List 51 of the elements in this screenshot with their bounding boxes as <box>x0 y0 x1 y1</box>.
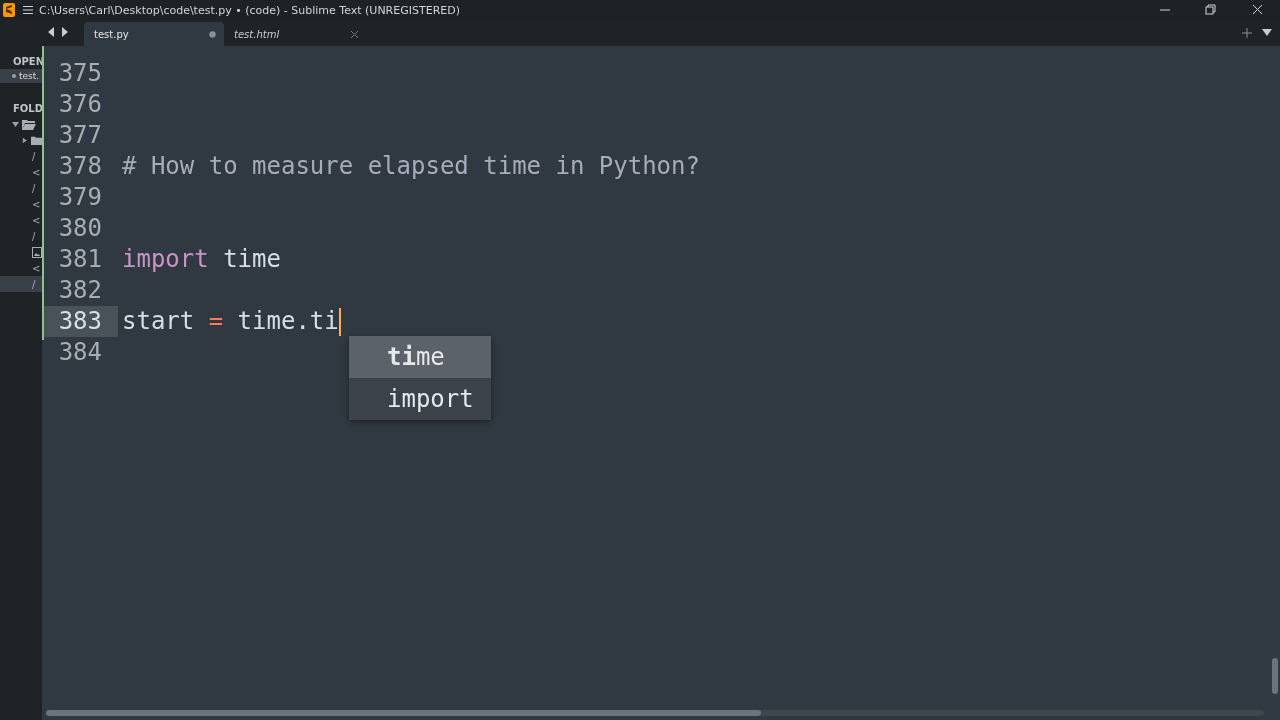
window-title: C:\Users\Carl\Desktop\code\test.py • (code) - Sublime Text (UNREGISTERED) <box>39 3 461 17</box>
line-number: 381 <box>57 244 103 275</box>
line-number: 380 <box>57 213 103 244</box>
tree-item[interactable]: < <box>0 260 42 276</box>
code-token: import <box>122 244 209 275</box>
open-file-item[interactable]: test. <box>0 69 42 83</box>
menu-icon[interactable] <box>23 6 33 14</box>
file-name: / <box>32 278 36 290</box>
folder-icon <box>30 134 42 146</box>
completion-item[interactable]: time <box>349 336 491 378</box>
file-name: / <box>32 230 36 242</box>
tree-item[interactable]: < <box>0 212 42 228</box>
completion-item[interactable]: import <box>349 378 491 420</box>
file-name: < <box>32 214 41 226</box>
app-logo-icon <box>3 3 15 17</box>
folders-header: FOLD <box>12 102 42 116</box>
tab-navigation-icon[interactable] <box>48 26 70 38</box>
horizontal-scrollbar[interactable] <box>46 710 1264 716</box>
tree-item[interactable]: < <box>0 196 42 212</box>
image-file-icon <box>32 246 42 258</box>
code-comment: # How to measure elapsed time in Python? <box>122 151 700 182</box>
unsaved-dot-icon <box>209 30 216 38</box>
file-name: < <box>32 198 41 210</box>
line-number: 375 <box>57 58 103 89</box>
file-name: / <box>32 182 36 194</box>
line-number: 384 <box>57 337 103 368</box>
code-token: start <box>122 306 196 337</box>
code-token: = <box>208 306 224 337</box>
line-number: 382 <box>57 275 103 306</box>
line-number: 377 <box>57 120 103 151</box>
code-token: time <box>222 244 281 275</box>
folder-icon <box>22 118 36 130</box>
file-name: / <box>32 150 36 162</box>
line-number: 379 <box>57 182 103 213</box>
dropdown-icon[interactable] <box>1262 29 1272 37</box>
file-name: < <box>32 166 41 178</box>
new-tab-icon[interactable] <box>1242 28 1252 38</box>
line-number: 376 <box>57 89 103 120</box>
vertical-scrollbar-thumb[interactable] <box>1272 658 1278 694</box>
tree-item[interactable]: / <box>0 180 42 196</box>
tree-item[interactable]: / <box>0 228 42 244</box>
tree-item[interactable]: / <box>0 276 42 292</box>
line-number: 378 <box>57 151 103 182</box>
file-tab[interactable]: test.py <box>84 22 224 46</box>
line-number: 383 <box>44 306 118 337</box>
file-name: < <box>32 262 41 274</box>
close-icon <box>351 30 358 38</box>
file-tab[interactable]: test.html <box>224 22 366 46</box>
code-token: time.ti <box>236 306 339 337</box>
tree-item[interactable]: / <box>0 148 42 164</box>
tree-item[interactable]: < <box>0 164 42 180</box>
